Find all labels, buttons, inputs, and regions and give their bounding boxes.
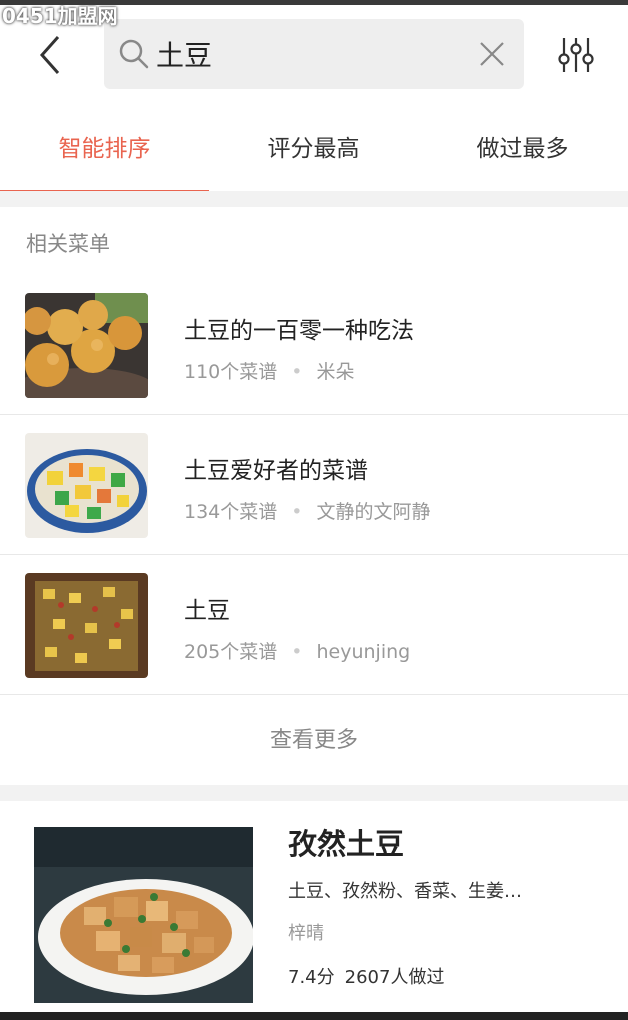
recipe-name: 孜然土豆: [288, 827, 405, 861]
recipe-count: 134个菜谱: [184, 501, 278, 523]
recipe-stats: 7.4分 2607人做过: [288, 963, 444, 989]
separator-dot: •: [291, 501, 303, 523]
search-input[interactable]: [156, 36, 456, 72]
see-more-button[interactable]: 查看更多: [0, 697, 628, 785]
recipe-author: 梓晴: [288, 923, 324, 944]
menu-author: 米朵: [316, 361, 355, 383]
tab-top-rated[interactable]: 评分最高: [209, 105, 418, 193]
filter-button[interactable]: [556, 35, 596, 75]
sort-tabs: 智能排序 评分最高 做过最多: [0, 105, 628, 193]
recipe-made-count: 2607人做过: [344, 967, 445, 988]
list-item[interactable]: 土豆爱好者的菜谱 134个菜谱 • 文静的文阿静: [0, 415, 628, 555]
recipe-rating: 7.4分: [288, 967, 335, 988]
section-divider: [0, 785, 628, 801]
separator-dot: •: [291, 641, 303, 663]
menu-meta: 134个菜谱 • 文静的文阿静: [184, 497, 431, 524]
menu-title: 土豆: [184, 598, 230, 624]
tab-label: 评分最高: [267, 136, 360, 162]
diced-vegetables-bowl-photo: [25, 433, 148, 538]
search-icon: [119, 39, 149, 69]
bottom-edge: [0, 1012, 628, 1020]
list-item[interactable]: 土豆的一百零一种吃法 110个菜谱 • 米朵: [0, 275, 628, 415]
potato-balls-photo: [25, 293, 148, 398]
chevron-left-icon: [39, 36, 60, 74]
tab-smart-sort[interactable]: 智能排序: [0, 105, 209, 193]
menu-title: 土豆的一百零一种吃法: [184, 318, 414, 344]
menu-meta: 205个菜谱 • heyunjing: [184, 637, 410, 664]
row-divider: [0, 694, 628, 695]
search-bar[interactable]: [104, 19, 524, 89]
recipe-ingredients: 土豆、孜然粉、香菜、生姜…: [288, 881, 522, 902]
recipe-card[interactable]: 孜然土豆 土豆、孜然粉、香菜、生姜… 梓晴 7.4分 2607人做过: [0, 801, 628, 1020]
related-menus-title: 相关菜单: [26, 232, 110, 256]
sliders-icon: [558, 38, 594, 72]
list-item[interactable]: 土豆 205个菜谱 • heyunjing: [0, 555, 628, 695]
menu-author: 文静的文阿静: [316, 501, 431, 523]
menu-title: 土豆爱好者的菜谱: [184, 458, 368, 484]
tab-label: 做过最多: [476, 136, 569, 162]
cumin-potato-photo: [34, 827, 253, 1003]
potato-mince-photo: [25, 573, 148, 678]
separator-dot: •: [291, 361, 303, 383]
menu-author: heyunjing: [316, 641, 411, 663]
watermark: 0451加盟网: [2, 4, 118, 28]
back-button[interactable]: [30, 33, 74, 77]
close-icon[interactable]: [476, 38, 508, 70]
section-divider: [0, 191, 628, 207]
tab-most-made[interactable]: 做过最多: [418, 105, 627, 193]
menu-meta: 110个菜谱 • 米朵: [184, 357, 355, 384]
recipe-count: 205个菜谱: [184, 641, 278, 663]
tab-label: 智能排序: [58, 136, 151, 162]
recipe-count: 110个菜谱: [184, 361, 278, 383]
